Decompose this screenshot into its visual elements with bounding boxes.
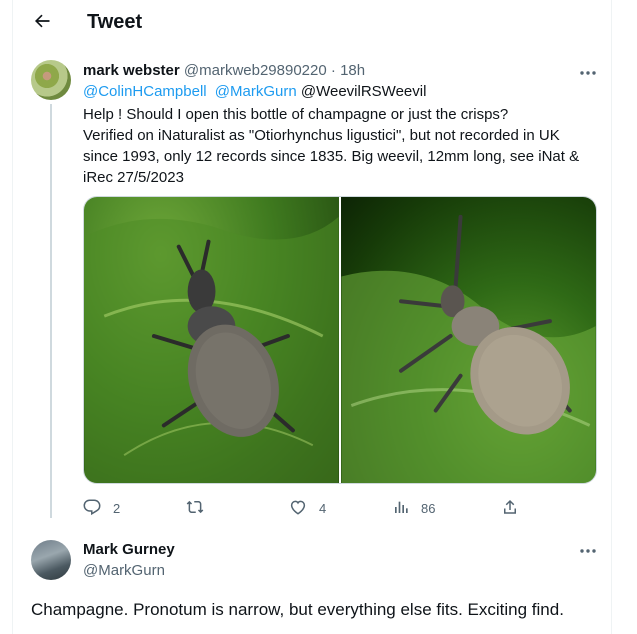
weevil-photo-2[interactable] [341, 197, 596, 483]
mention-link[interactable]: @ColinHCampbell [83, 83, 207, 100]
reply-author-handle[interactable]: @MarkGurn [83, 562, 165, 579]
tweet-text-line: Help ! Should I open this bottle of cham… [83, 106, 509, 123]
tweet-media-grid [83, 196, 597, 484]
tweet-actions: 2 4 86 [83, 496, 603, 520]
reply-author-name[interactable]: Mark Gurney [83, 541, 175, 558]
tweet-page: Tweet mark webster @markweb29890220 · 18… [12, 0, 612, 634]
author-handle[interactable]: @markweb29890220 [184, 62, 327, 79]
author-name[interactable]: mark webster [83, 62, 180, 79]
retweet-button[interactable] [185, 496, 217, 520]
tweet-time[interactable]: 18h [340, 62, 365, 79]
reply-icon [83, 498, 101, 519]
thread-connector-line [50, 104, 52, 518]
mention-link[interactable]: @MarkGurn [215, 83, 297, 100]
mention-link[interactable]: @WeevilRSWeevil [301, 83, 427, 100]
tweet-author-line: mark webster @markweb29890220 · 18h [83, 62, 365, 79]
tweet-text-line: iRec 27/5/2023 [83, 169, 184, 186]
more-dots-icon [579, 63, 597, 81]
like-count: 4 [319, 500, 327, 516]
weevil-photo-1[interactable] [84, 197, 339, 483]
avatar[interactable] [31, 60, 71, 100]
more-dots-icon [579, 541, 597, 559]
arrow-left-icon [32, 11, 52, 36]
retweet-icon [185, 498, 205, 519]
reply-avatar[interactable] [31, 540, 71, 580]
reply-text: Champagne. Pronotum is narrow, but every… [31, 600, 564, 619]
back-button[interactable] [27, 8, 57, 38]
views-chart-icon [393, 499, 409, 518]
share-button[interactable] [501, 496, 531, 520]
reply-button[interactable]: 2 [83, 496, 120, 520]
tweet-text-line: Verified on iNaturalist as "Otiorhynchus… [83, 127, 560, 144]
reply-count: 2 [113, 500, 121, 516]
tweet-text-line: since 1993, only 12 records since 1835. … [83, 148, 580, 165]
like-button[interactable]: 4 [289, 496, 326, 520]
page-title: Tweet [87, 11, 143, 33]
tweet-text: Help ! Should I open this bottle of cham… [83, 104, 603, 188]
separator-dot: · [330, 62, 336, 79]
views-count: 86 [421, 500, 436, 516]
heart-icon [289, 498, 307, 519]
header: Tweet [13, 0, 613, 47]
reply-mentions: @ColinHCampbell @MarkGurn @WeevilRSWeevi… [83, 83, 426, 100]
more-options-button[interactable] [573, 62, 603, 82]
views-button[interactable]: 86 [393, 496, 435, 520]
reply-more-options-button[interactable] [573, 540, 603, 560]
share-icon [501, 498, 519, 519]
